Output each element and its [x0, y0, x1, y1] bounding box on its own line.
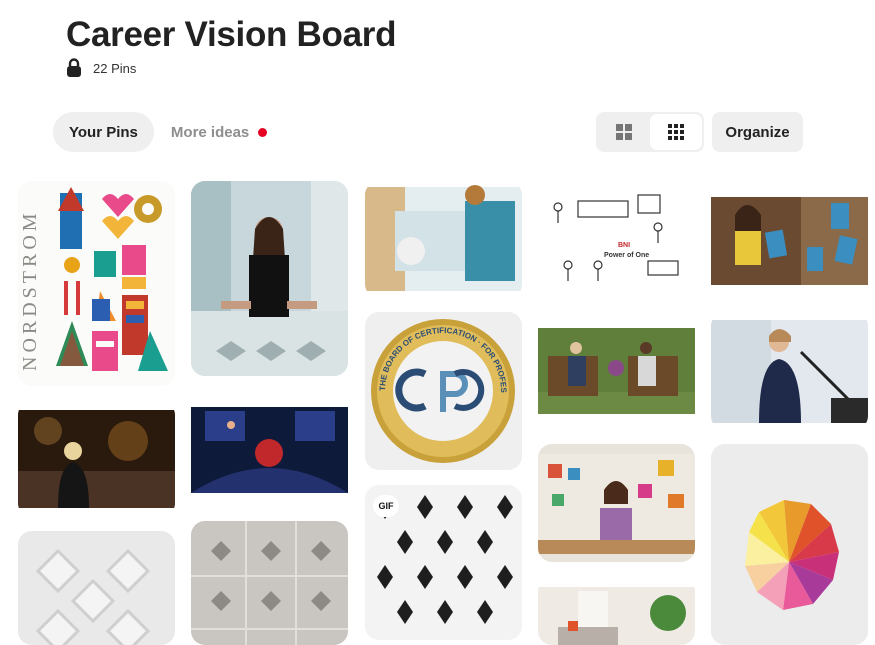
gif-badge: GIF — [373, 495, 399, 517]
living-room-photo — [538, 577, 695, 645]
bni-title: Power of One — [604, 252, 649, 259]
board-meta: 22 Pins — [66, 58, 396, 78]
pin-count: 22 Pins — [93, 60, 137, 76]
pin-certification-seal[interactable]: THE BOARD OF CERTIFICATION · FOR PROFESS… — [365, 312, 522, 470]
pin-ted-stage[interactable] — [191, 391, 348, 507]
white-tile-photo — [18, 531, 175, 645]
view-toggle — [596, 112, 704, 152]
woman-cards-photo — [711, 181, 868, 298]
tab-your-pins[interactable]: Your Pins — [53, 112, 154, 152]
notification-dot — [258, 127, 268, 137]
organize-button[interactable]: Organize — [712, 112, 803, 152]
stationery-photo — [365, 181, 522, 298]
speaker-crowd-photo — [18, 401, 175, 517]
pin-paint-swatches[interactable] — [711, 444, 868, 645]
pin-bni-power-of-one[interactable]: BNI Power of One — [538, 181, 695, 298]
pin-white-3d-tiles[interactable] — [18, 531, 175, 645]
pin-grey-tiles[interactable] — [191, 521, 348, 645]
interview-photo — [538, 312, 695, 430]
lock-icon — [66, 58, 82, 78]
tab-more-ideas[interactable]: More ideas — [155, 112, 283, 152]
paint-swatches-photo — [711, 444, 868, 645]
board-tabs: Your Pins More ideas — [53, 112, 283, 152]
certification-seal: THE BOARD OF CERTIFICATION · FOR PROFESS… — [365, 312, 522, 470]
pin-geometric-stationery[interactable] — [365, 181, 522, 298]
grey-tile-photo — [191, 521, 348, 645]
pin-woman-sitting[interactable] — [191, 181, 348, 376]
woman-sitting-photo — [191, 181, 348, 376]
pin-nordstrom-holiday[interactable]: NORDSTROM — [18, 181, 175, 386]
grid-compact-icon — [668, 124, 684, 140]
pin-woman-cards[interactable] — [711, 181, 868, 298]
board-title: Career Vision Board — [66, 15, 397, 54]
tab-more-ideas-label: More ideas — [170, 123, 250, 141]
grid-large-icon — [616, 124, 632, 140]
pin-interview-garden[interactable] — [538, 312, 695, 430]
pin-star-tiles-gif[interactable]: GIF — [365, 485, 522, 640]
nordstrom-illustration: NORDSTROM — [18, 181, 175, 386]
bni-diagram: BNI Power of One — [538, 181, 695, 298]
ted-stage-photo — [191, 391, 348, 507]
board-header: Career Vision Board 22 Pins — [66, 14, 396, 78]
bni-brand: BNI — [618, 242, 630, 249]
speaker-podium-photo — [711, 312, 868, 430]
pin-speaker-crowd[interactable] — [18, 401, 175, 517]
pin-speaker-podium[interactable] — [711, 312, 868, 430]
craft-studio-photo — [538, 444, 695, 562]
pin-living-room[interactable] — [538, 577, 695, 645]
pin-craft-studio[interactable] — [538, 444, 695, 562]
compact-grid-button[interactable] — [650, 114, 702, 150]
default-grid-button[interactable] — [598, 114, 650, 150]
nordstrom-text: NORDSTROM — [19, 209, 41, 371]
